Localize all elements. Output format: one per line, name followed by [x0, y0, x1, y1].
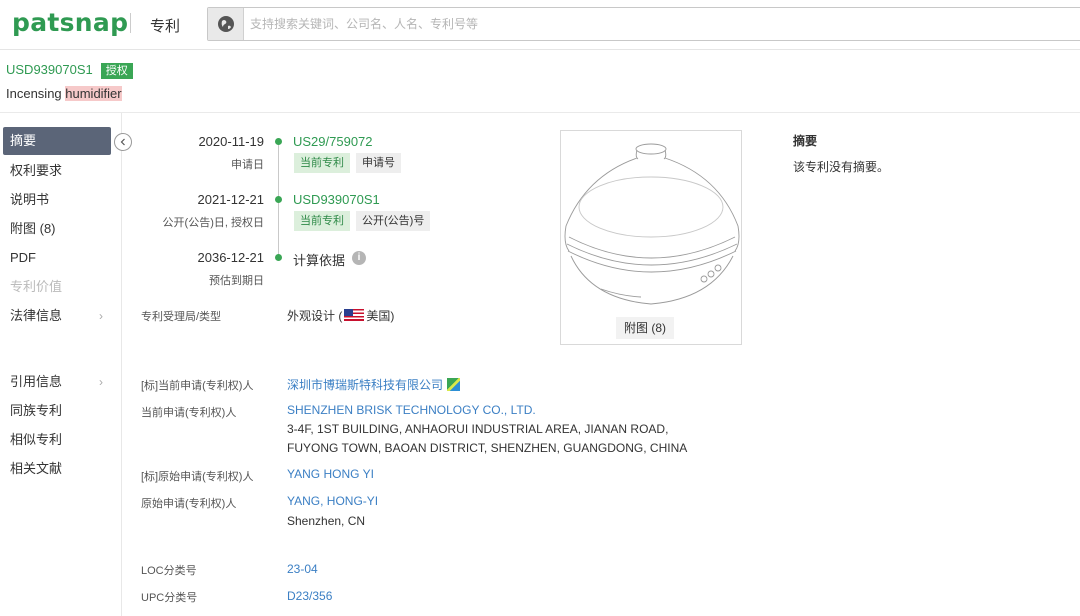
original-assignee-location: Shenzhen, CN	[287, 514, 366, 528]
office-type-value: 外观设计 ( 美国)	[287, 307, 394, 324]
timeline-dot	[275, 138, 282, 145]
loc-link[interactable]: 23-04	[287, 562, 318, 576]
drawings-button[interactable]: 附图 (8)	[616, 317, 675, 339]
patent-number: USD939070S1	[6, 62, 93, 77]
std-assignee-label: [标]当前申请(专利权)人	[141, 380, 254, 392]
chevron-right-icon: ›	[99, 309, 103, 323]
info-icon[interactable]: i	[352, 251, 366, 265]
application-no-tag: 申请号	[356, 153, 401, 173]
patent-title: Incensing humidifier	[6, 86, 122, 101]
loc-label: LOC分类号	[141, 565, 197, 577]
globe-icon[interactable]	[208, 8, 244, 40]
publication-date: 2021-12-21	[197, 192, 265, 207]
sidebar-item-label: 相似专利	[10, 432, 63, 447]
sidebar-item-similar[interactable]: 相似专利	[3, 426, 111, 454]
patent-header: USD939070S1 授权	[6, 62, 133, 79]
office-type-text: 外观设计 (	[287, 309, 343, 323]
std-assignee-link[interactable]: 深圳市博瑞斯特科技有限公司	[287, 378, 443, 392]
timeline-dot	[275, 196, 282, 203]
upc-link[interactable]: D23/356	[287, 589, 332, 603]
chevron-right-icon: ›	[99, 375, 103, 389]
current-patent-tag: 当前专利	[294, 153, 350, 173]
calculation-basis[interactable]: 计算依据	[293, 250, 345, 269]
sidebar-item-legal-info[interactable]: 法律信息 ›	[3, 302, 111, 330]
humidifier-drawing	[564, 143, 740, 305]
sidebar-item-label: 同族专利	[10, 403, 63, 418]
sidebar-item-label: 相关文献	[10, 461, 63, 476]
expiry-date: 2036-12-21	[197, 250, 265, 265]
assignee-address-line1: 3-4F, 1ST BUILDING, ANHAORUI INDUSTRIAL …	[287, 422, 669, 436]
abstract-text: 该专利没有摘要。	[793, 160, 890, 174]
sidebar-item-family[interactable]: 同族专利	[3, 397, 111, 425]
filing-date: 2020-11-19	[198, 134, 264, 149]
std-original-assignee-label: [标]原始申请(专利权)人	[141, 471, 254, 483]
assignee-link[interactable]: SHENZHEN BRISK TECHNOLOGY CO., LTD.	[287, 403, 536, 417]
original-assignee-link[interactable]: YANG, HONG-YI	[287, 494, 378, 508]
search-input[interactable]	[250, 8, 850, 40]
title-prefix: Incensing	[6, 86, 66, 101]
filing-date-label: 申请日	[231, 159, 264, 171]
divider	[130, 13, 131, 33]
publication-no-tag: 公开(公告)号	[356, 211, 431, 231]
application-number-link[interactable]: US29/759072	[293, 134, 373, 149]
company-icon[interactable]	[447, 378, 461, 391]
title-highlight: humidifier	[65, 86, 122, 101]
std-assignee-value: 深圳市博瑞斯特科技有限公司	[287, 376, 461, 393]
search-box	[207, 7, 1080, 41]
publication-date-label: 公开(公告)日, 授权日	[162, 217, 264, 229]
publication-number-link[interactable]: USD939070S1	[293, 192, 380, 207]
sidebar: 摘要 权利要求 说明书 附图 (8) PDF 专利价值 法律信息 › 引用信息 › …	[0, 113, 122, 616]
assignee-address-line2: FUYONG TOWN, BAOAN DISTRICT, SHENZHEN, G…	[287, 441, 688, 455]
status-badge: 授权	[100, 63, 133, 79]
abstract-title: 摘要	[793, 134, 818, 148]
sidebar-item-label: 引用信息	[10, 374, 63, 389]
upc-label: UPC分类号	[141, 592, 198, 604]
original-assignee-label: 原始申请(专利权)人	[141, 498, 237, 510]
timeline-dot	[275, 254, 282, 261]
current-patent-tag: 当前专利	[294, 211, 350, 231]
us-flag-icon	[344, 309, 365, 321]
office-type-label: 专利受理局/类型	[141, 311, 222, 323]
patsnap-logo[interactable]: patsnap	[12, 8, 128, 37]
std-original-assignee-link[interactable]: YANG HONG YI	[287, 467, 374, 481]
office-country: 美国)	[366, 309, 395, 323]
sidebar-item-related[interactable]: 相关文献	[3, 455, 111, 483]
header-divider	[0, 112, 1080, 113]
expiry-date-label: 预估到期日	[209, 275, 264, 287]
assignee-label: 当前申请(专利权)人	[141, 407, 237, 419]
sidebar-item-citations[interactable]: 引用信息 ›	[3, 368, 111, 396]
sidebar-item-label: 法律信息	[10, 308, 63, 323]
module-label[interactable]: 专利	[150, 15, 180, 36]
drawing-preview[interactable]: 附图 (8)	[560, 130, 742, 345]
top-bar: patsnap 专利	[0, 0, 1080, 50]
